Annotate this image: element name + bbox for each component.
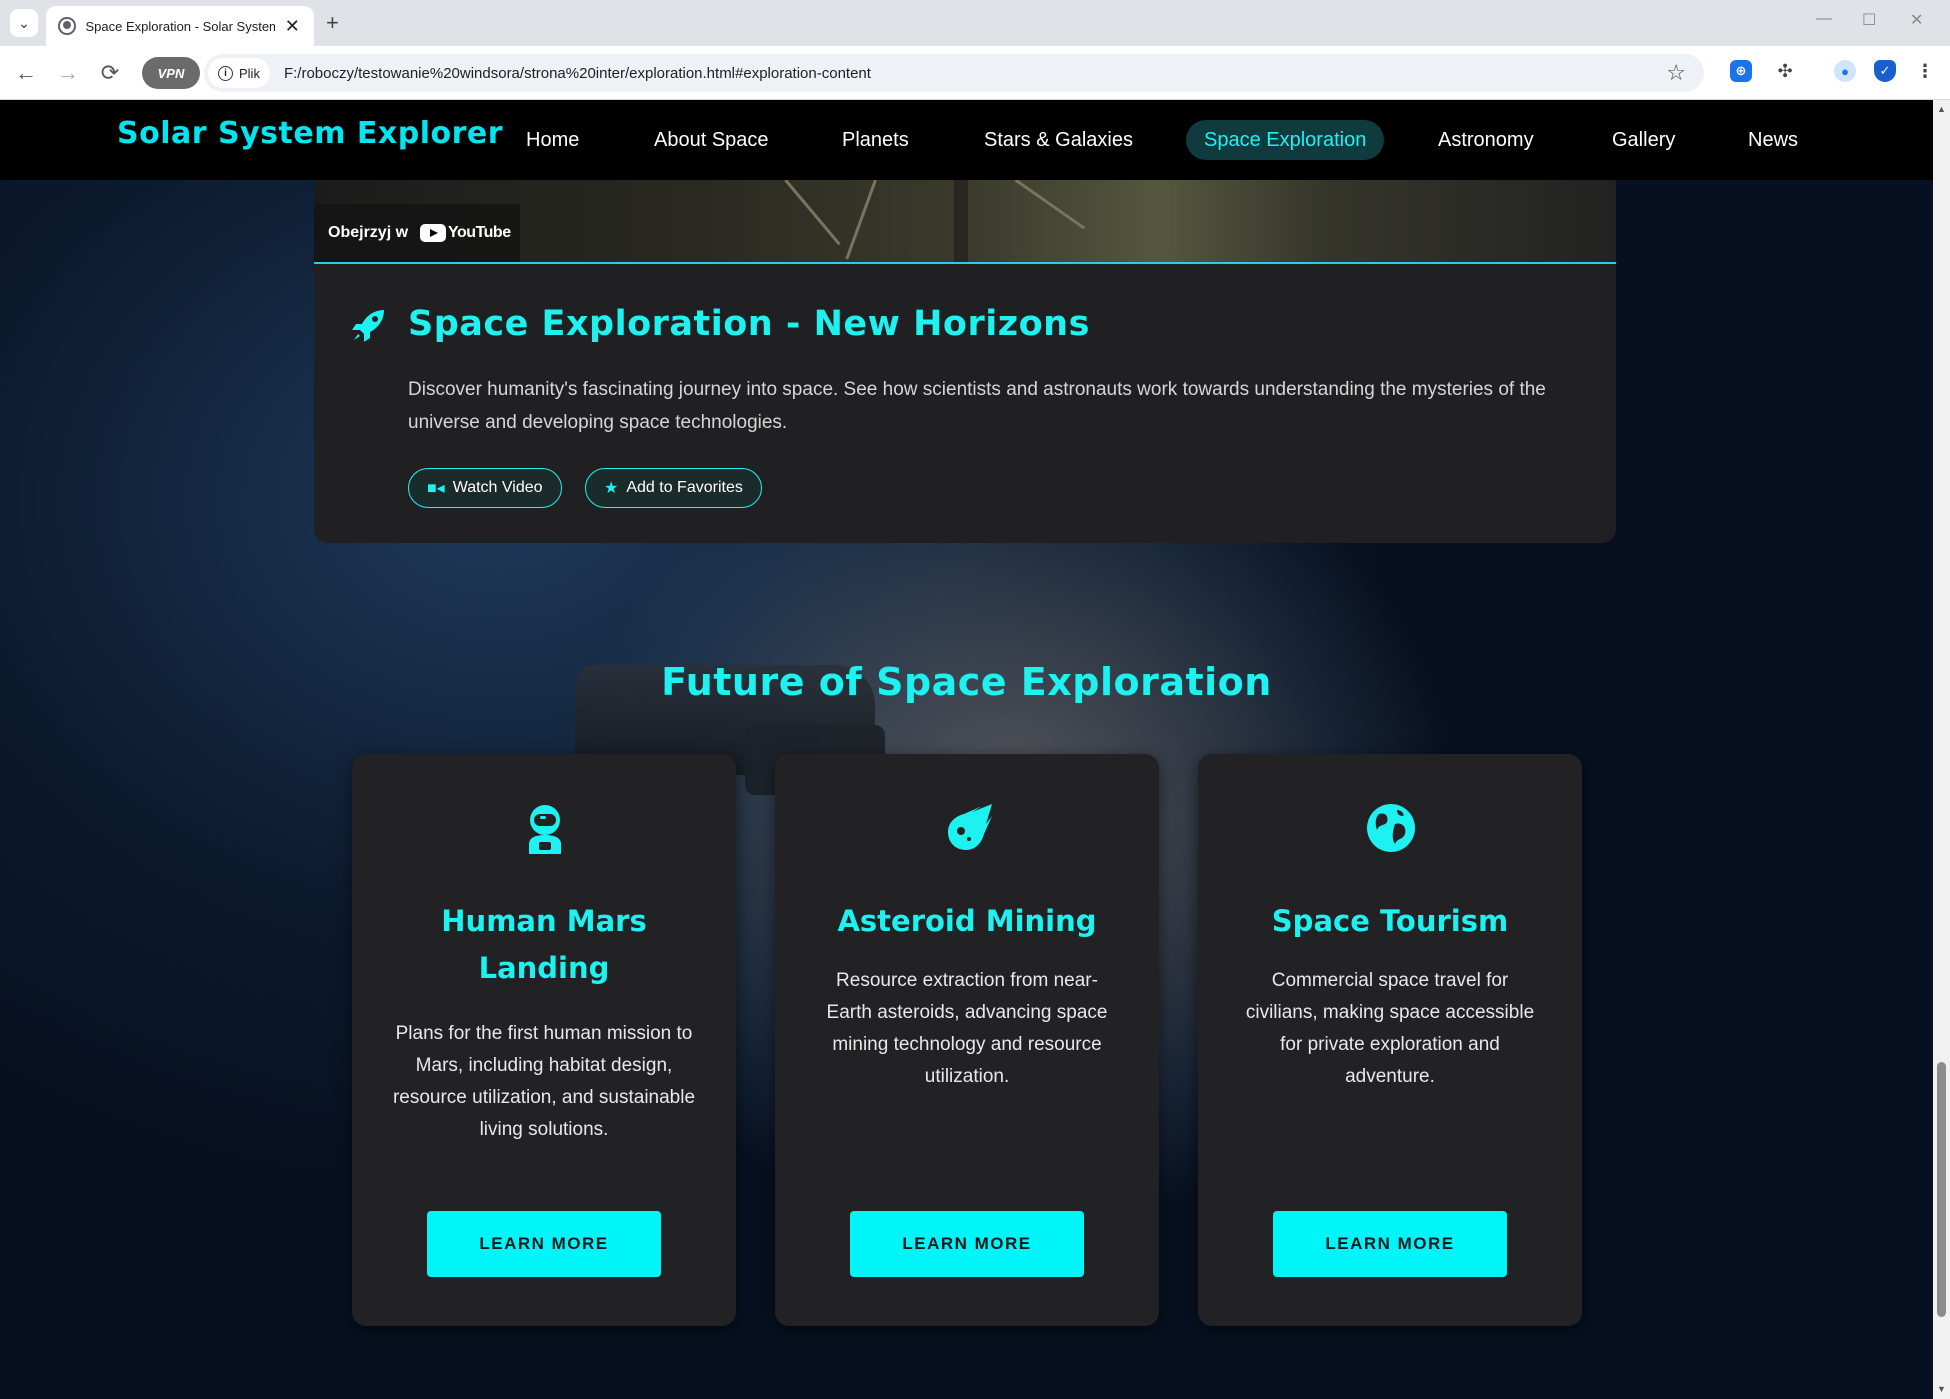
profile-avatar-icon[interactable]: ● [1834, 60, 1856, 82]
reload-icon[interactable]: ⟳ [96, 60, 124, 86]
feature-description: Commercial space travel for civilians, m… [1245, 970, 1535, 1087]
add-to-favorites-button[interactable]: ★ Add to Favorites [585, 468, 762, 508]
video-embed[interactable]: Obejrzyj w YouTube [314, 180, 1616, 264]
video-frame-detail [784, 180, 841, 246]
scroll-up-arrow-icon[interactable]: ▲ [1937, 104, 1946, 114]
page-viewport: Solar System Explorer Home About Space P… [0, 100, 1933, 1399]
future-section-title: Future of Space Exploration [661, 660, 1272, 704]
youtube-label: YouTube [448, 224, 511, 241]
tab-list-chevron-icon[interactable]: ⌄ [10, 9, 38, 37]
feature-description: Plans for the first human mission to Mar… [392, 1023, 696, 1140]
learn-more-button[interactable]: LEARN MORE [1273, 1211, 1507, 1277]
feature-description: Resource extraction from near-Earth aste… [826, 970, 1108, 1087]
info-icon: i [218, 65, 233, 81]
globe-icon [1367, 804, 1415, 852]
nav-about-space[interactable]: About Space [636, 120, 787, 160]
youtube-play-icon [420, 224, 447, 242]
browser-tab[interactable]: Space Exploration - Solar System E ✕ [46, 6, 314, 46]
globe-favicon-icon [58, 17, 76, 35]
learn-more-button[interactable]: LEARN MORE [850, 1211, 1084, 1277]
feature-title: Human Mars Landing [441, 904, 647, 985]
site-brand[interactable]: Solar System Explorer [117, 116, 503, 151]
watch-video-button[interactable]: ■◂ Watch Video [408, 468, 562, 508]
maximize-icon[interactable]: ☐ [1862, 10, 1876, 30]
video-frame-detail [845, 180, 877, 260]
tab-close-icon[interactable]: ✕ [283, 16, 302, 37]
feature-card-mars: Human Mars Landing Plans for the first h… [352, 754, 736, 1326]
tab-title: Space Exploration - Solar System E [85, 18, 275, 34]
nav-stars-galaxies[interactable]: Stars & Galaxies [966, 120, 1151, 160]
bookmark-star-icon[interactable]: ☆ [1666, 60, 1686, 86]
video-frame-detail [1014, 180, 1086, 230]
extensions-puzzle-icon[interactable]: ✣ [1774, 60, 1796, 82]
minimize-icon[interactable]: — [1816, 10, 1832, 28]
window-close-icon[interactable]: ✕ [1910, 10, 1923, 30]
nav-astronomy[interactable]: Astronomy [1420, 120, 1552, 160]
scrollbar-thumb[interactable] [1937, 1062, 1946, 1317]
vpn-badge[interactable]: VPN [142, 57, 200, 89]
browser-tab-bar: ⌄ Space Exploration - Solar System E ✕ +… [0, 0, 1950, 46]
feature-card-tourism: Space Tourism Commercial space travel fo… [1198, 754, 1582, 1326]
feature-title: Asteroid Mining [837, 904, 1097, 938]
learn-more-button[interactable]: LEARN MORE [427, 1211, 661, 1277]
astronaut-icon [529, 805, 561, 854]
youtube-logo: YouTube [420, 224, 511, 242]
video-card-description: Discover humanity's fascinating journey … [408, 379, 1546, 433]
nav-space-exploration[interactable]: Space Exploration [1186, 120, 1385, 160]
shield-check-extension-icon[interactable]: ✓ [1874, 60, 1896, 82]
url-text[interactable]: F:/roboczy/testowanie%20windsora/strona%… [284, 65, 871, 82]
new-tab-button[interactable]: + [326, 10, 339, 36]
nav-home[interactable]: Home [508, 120, 597, 160]
browser-toolbar: ← → ⟳ VPN i Plik F:/roboczy/testowanie%2… [0, 46, 1950, 100]
site-info-label: Plik [239, 65, 260, 81]
add-to-favorites-label: Add to Favorites [626, 479, 743, 496]
browser-menu-icon[interactable]: ⋮ [1914, 60, 1936, 82]
nav-planets[interactable]: Planets [824, 120, 927, 160]
video-frame-detail [954, 180, 968, 262]
feature-card-asteroid: Asteroid Mining Resource extraction from… [775, 754, 1159, 1326]
page-scrollbar[interactable]: ▲ ▼ [1933, 100, 1950, 1399]
scroll-down-arrow-icon[interactable]: ▼ [1937, 1384, 1946, 1394]
site-info-button[interactable]: i Plik [208, 58, 270, 88]
bitwarden-extension-icon[interactable]: ⊕ [1730, 60, 1752, 82]
video-card: Obejrzyj w YouTube Space Exploration - N… [314, 180, 1616, 543]
watch-on-youtube-link[interactable]: Obejrzyj w YouTube [314, 204, 520, 262]
watch-video-label: Watch Video [452, 479, 543, 496]
forward-arrow-icon[interactable]: → [54, 60, 82, 86]
star-icon: ★ [604, 480, 619, 497]
nav-gallery[interactable]: Gallery [1594, 120, 1693, 160]
feature-title: Space Tourism [1271, 904, 1509, 938]
video-card-title: Space Exploration - New Horizons [408, 304, 1090, 344]
back-arrow-icon[interactable]: ← [12, 60, 40, 86]
nav-news[interactable]: News [1730, 120, 1816, 160]
rocket-icon [352, 310, 384, 342]
site-navbar: Solar System Explorer Home About Space P… [0, 100, 1933, 180]
meteor-icon [948, 804, 992, 850]
video-camera-icon: ■◂ [427, 480, 445, 497]
address-bar[interactable]: i Plik F:/roboczy/testowanie%20windsora/… [204, 54, 1704, 92]
watch-on-label: Obejrzyj w [328, 224, 409, 241]
